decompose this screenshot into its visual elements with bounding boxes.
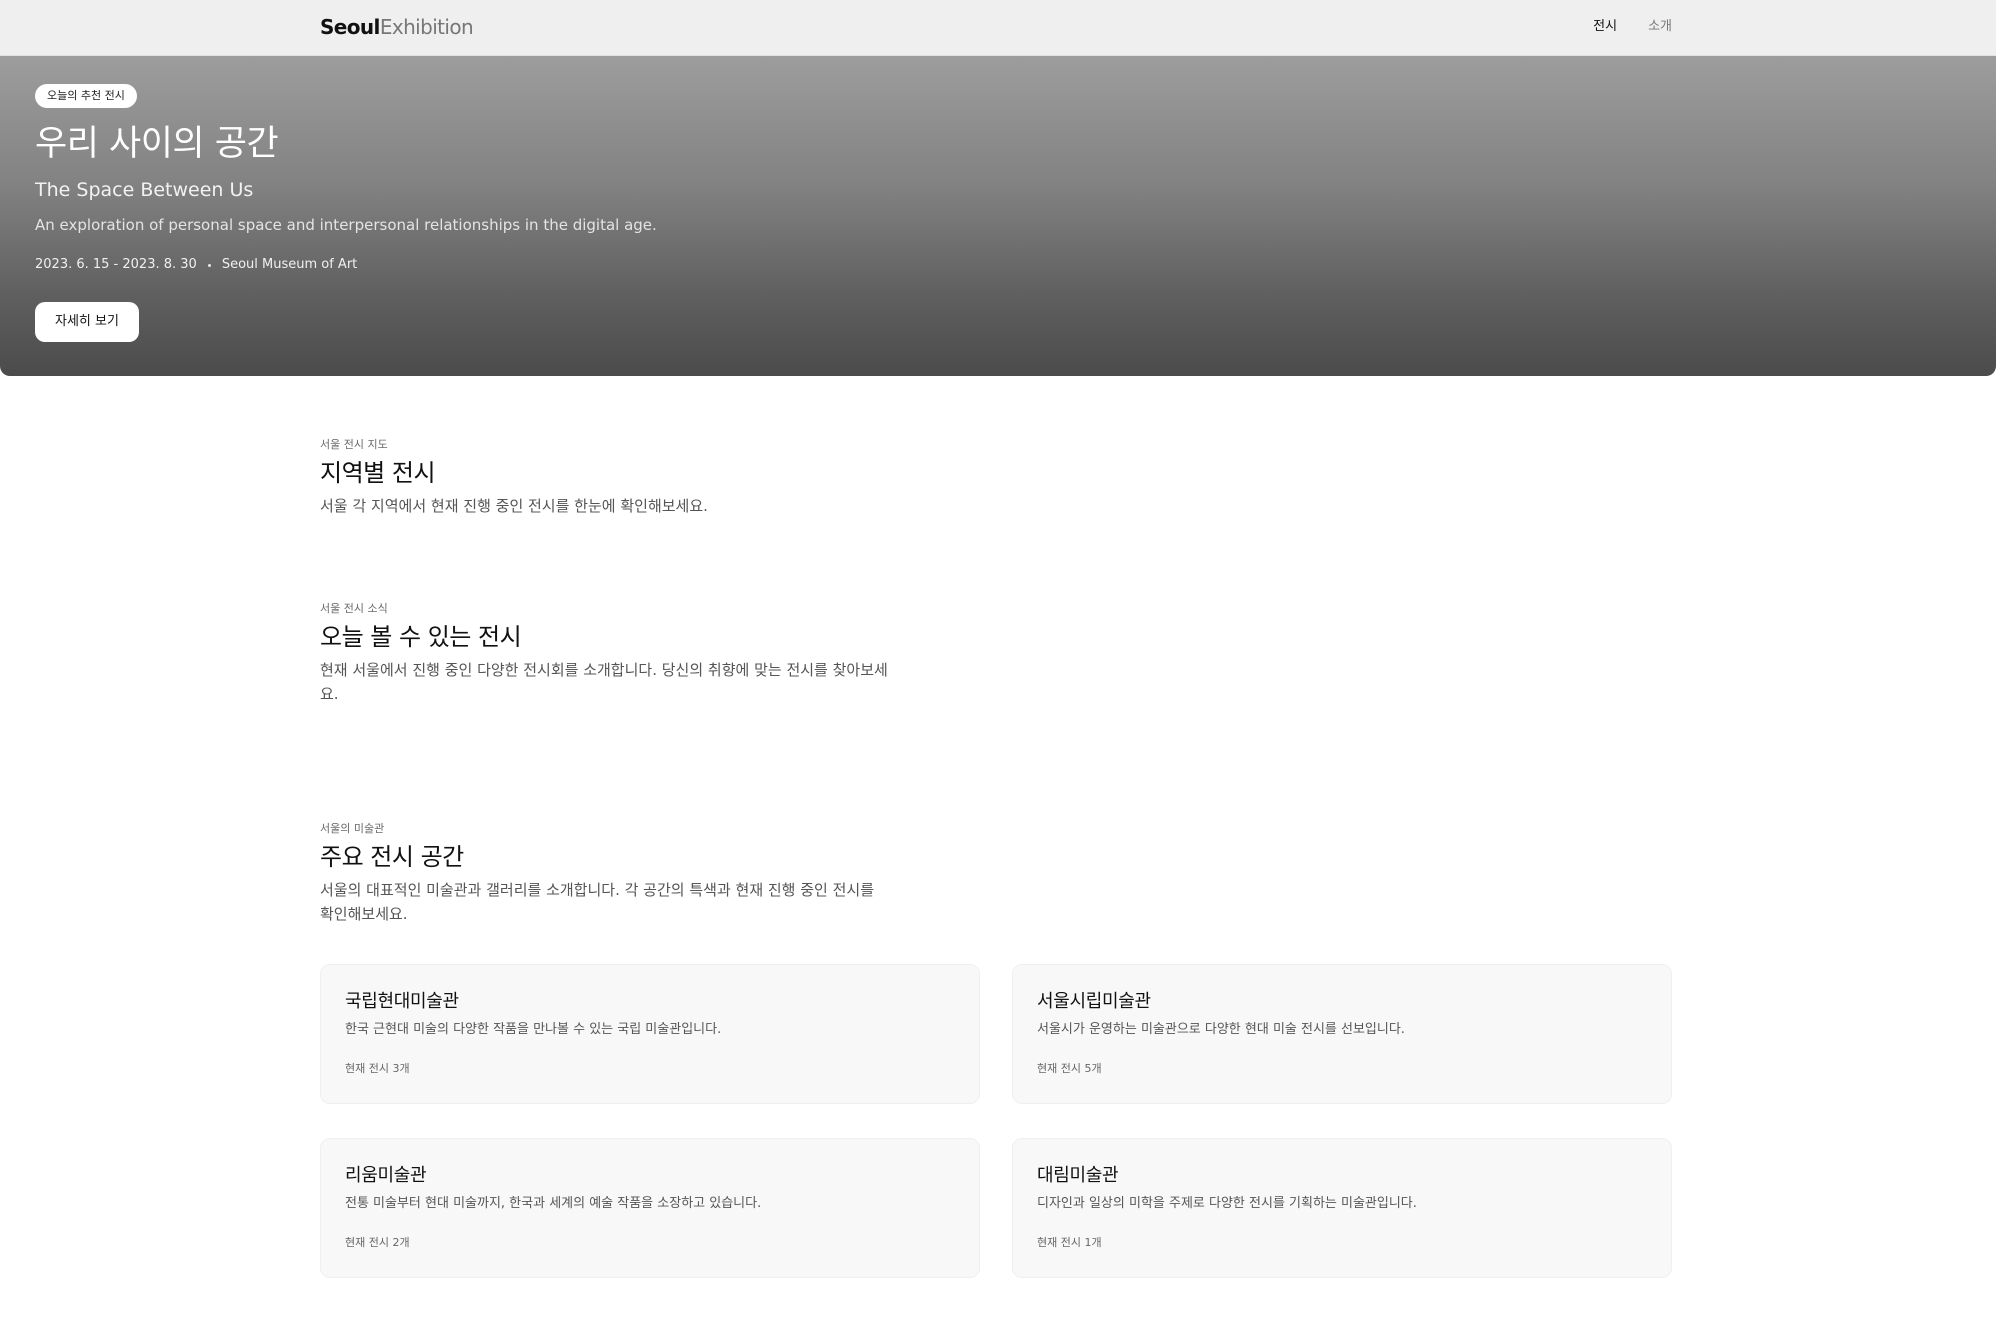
venue-description: 디자인과 일상의 미학을 주제로 다양한 전시를 기획하는 미술관입니다. xyxy=(1037,1196,1417,1211)
today-exhibitions-section: 서울 전시 소식 오늘 볼 수 있는 전시 현재 서울에서 진행 중인 다양한 … xyxy=(320,601,900,706)
main-nav: 전시 소개 xyxy=(1593,17,1672,37)
venue-exhibition-count: 현재 전시 1개 xyxy=(1037,1236,1102,1249)
venue-card[interactable]: 서울시립미술관 서울시가 운영하는 미술관으로 다양한 현대 미술 전시를 선보… xyxy=(1012,964,1672,1104)
venue-exhibition-count: 현재 전시 3개 xyxy=(345,1062,410,1075)
section-description: 서울 각 지역에서 현재 진행 중인 전시를 한눈에 확인해보세요. xyxy=(320,497,708,515)
venue-name: 대림미술관 xyxy=(1037,1165,1119,1186)
section-title: 지역별 전시 xyxy=(320,459,436,487)
venue-card[interactable]: 리움미술관 전통 미술부터 현대 미술까지, 한국과 세계의 예술 작품을 소장… xyxy=(320,1138,980,1278)
venue-exhibition-count: 현재 전시 5개 xyxy=(1037,1062,1102,1075)
venue-card[interactable]: 국립현대미술관 한국 근현대 미술의 다양한 작품을 만나볼 수 있는 국립 미… xyxy=(320,964,980,1104)
logo-primary-text: Seoul xyxy=(320,15,380,39)
separator-dot-icon xyxy=(207,263,211,267)
section-eyebrow: 서울 전시 지도 xyxy=(320,438,388,451)
hero-description: An exploration of personal space and int… xyxy=(35,216,657,234)
nav-link-about[interactable]: 소개 xyxy=(1648,17,1672,37)
venue-card[interactable]: 대림미술관 디자인과 일상의 미학을 주제로 다양한 전시를 기획하는 미술관입… xyxy=(1012,1138,1672,1278)
section-eyebrow: 서울 전시 소식 xyxy=(320,602,388,615)
hero-meta: 2023. 6. 15 - 2023. 8. 30 Seoul Museum o… xyxy=(35,255,657,275)
section-description: 서울의 대표적인 미술관과 갤러리를 소개합니다. 각 공간의 특색과 현재 진… xyxy=(320,881,875,923)
hero-venue: Seoul Museum of Art xyxy=(221,257,358,272)
hero-dates: 2023. 6. 15 - 2023. 8. 30 xyxy=(35,257,197,272)
venue-description: 서울시가 운영하는 미술관으로 다양한 현대 미술 전시를 선보입니다. xyxy=(1037,1022,1405,1037)
site-header: SeoulExhibition 전시 소개 xyxy=(0,0,1996,56)
venue-description: 한국 근현대 미술의 다양한 작품을 만나볼 수 있는 국립 미술관입니다. xyxy=(345,1022,722,1037)
venue-description: 전통 미술부터 현대 미술까지, 한국과 세계의 예술 작품을 소장하고 있습니… xyxy=(345,1196,762,1211)
venues-section: 서울의 미술관 주요 전시 공간 서울의 대표적인 미술관과 갤러리를 소개합니… xyxy=(320,821,900,926)
nav-link-exhibitions[interactable]: 전시 xyxy=(1593,17,1617,37)
featured-badge: 오늘의 추천 전시 xyxy=(35,84,137,108)
hero-subtitle: The Space Between Us xyxy=(35,179,254,201)
venue-name: 국립현대미술관 xyxy=(345,991,459,1012)
venue-name: 리움미술관 xyxy=(345,1165,427,1186)
site-logo[interactable]: SeoulExhibition xyxy=(320,14,474,40)
section-eyebrow: 서울의 미술관 xyxy=(320,822,385,835)
hero-banner: 오늘의 추천 전시 우리 사이의 공간 The Space Between Us… xyxy=(0,56,1996,376)
map-section: 서울 전시 지도 지역별 전시 서울 각 지역에서 현재 진행 중인 전시를 한… xyxy=(320,437,900,518)
hero-title: 우리 사이의 공간 xyxy=(35,124,279,164)
section-description: 현재 서울에서 진행 중인 다양한 전시회를 소개합니다. 당신의 취향에 맞는… xyxy=(320,661,888,703)
hero-content: 오늘의 추천 전시 우리 사이의 공간 The Space Between Us… xyxy=(35,84,657,342)
venue-exhibition-count: 현재 전시 2개 xyxy=(345,1236,410,1249)
section-title: 주요 전시 공간 xyxy=(320,843,464,871)
logo-secondary-text: Exhibition xyxy=(379,15,474,39)
view-details-button[interactable]: 자세히 보기 xyxy=(35,302,139,342)
section-title: 오늘 볼 수 있는 전시 xyxy=(320,623,522,651)
venue-name: 서울시립미술관 xyxy=(1037,991,1151,1012)
